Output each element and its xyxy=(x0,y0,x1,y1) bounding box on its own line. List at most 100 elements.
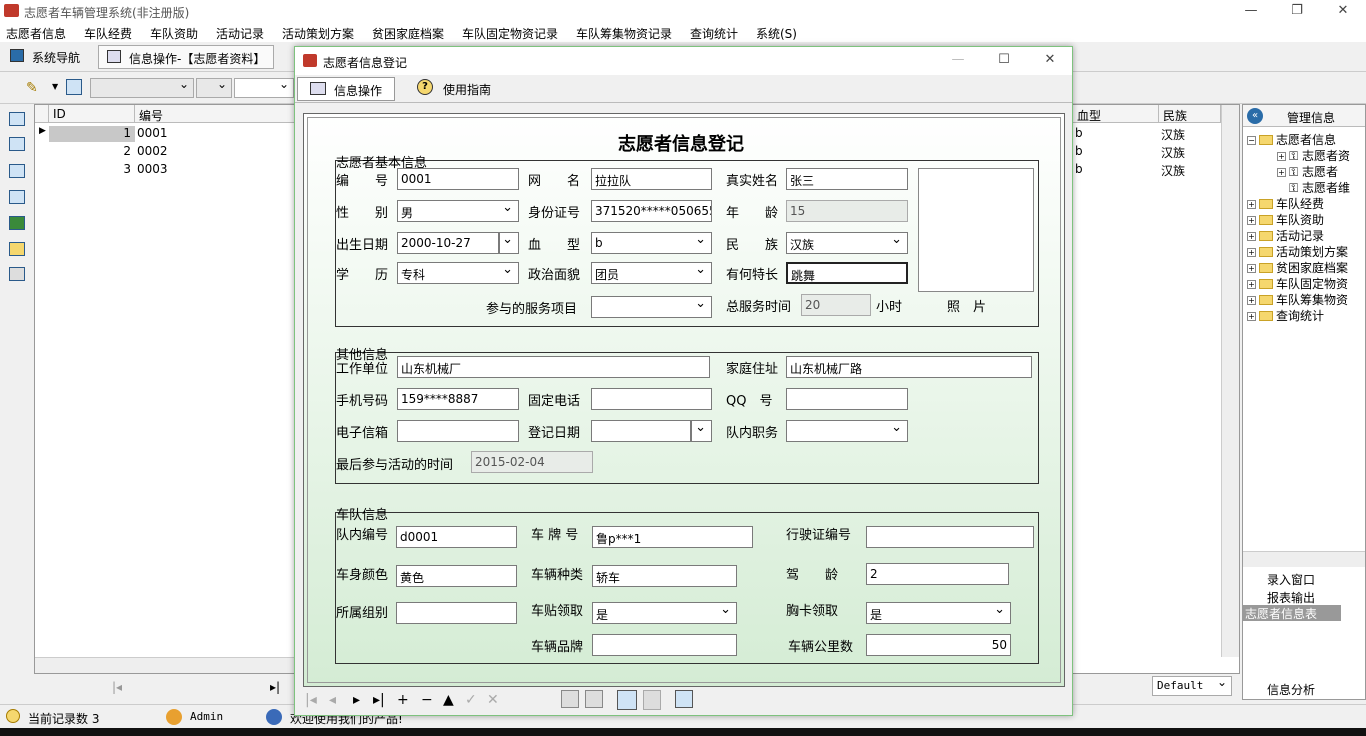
operator-select[interactable] xyxy=(196,77,232,98)
menu-funds[interactable]: 车队经费 xyxy=(84,25,132,42)
tree-node-fixed-assets[interactable]: + 车队固定物资 xyxy=(1247,275,1348,292)
home-address-field[interactable]: 山东机械厂路 xyxy=(786,356,1032,378)
document-icon[interactable] xyxy=(9,190,25,204)
idcard-field[interactable]: 371520*****050655 xyxy=(591,200,712,222)
restore-button[interactable]: ❐ xyxy=(1274,0,1320,22)
team-no-field[interactable]: d0001 xyxy=(396,526,517,548)
save-record-icon[interactable]: ✓ xyxy=(465,692,477,708)
talent-field[interactable]: 跳舞 xyxy=(786,262,908,284)
tree-node-volunteer-maint[interactable]: ⚿ 志愿者维 xyxy=(1289,179,1350,196)
network-icon[interactable] xyxy=(9,137,25,151)
sticker-select[interactable]: 是 xyxy=(592,602,737,624)
menu-raised-assets[interactable]: 车队筹集物资记录 xyxy=(576,25,672,42)
work-unit-field[interactable]: 山东机械厂 xyxy=(397,356,710,378)
car-type-field[interactable]: 轿车 xyxy=(592,565,737,587)
car-group-field[interactable] xyxy=(396,602,517,624)
info-analysis-label[interactable]: 信息分析 xyxy=(1267,681,1315,698)
ethnic-select[interactable]: 汉族 xyxy=(786,232,908,254)
code-field[interactable]: 0001 xyxy=(397,168,519,190)
chart-icon[interactable] xyxy=(9,216,25,230)
tree-node-raised-assets[interactable]: + 车队筹集物资 xyxy=(1247,291,1348,308)
collapse-icon[interactable]: « xyxy=(1247,108,1263,124)
menu-fixed-assets[interactable]: 车队固定物资记录 xyxy=(462,25,558,42)
menu-sponsor[interactable]: 车队资助 xyxy=(150,25,198,42)
brand-field[interactable] xyxy=(592,634,737,656)
cancel-record-icon[interactable]: ✕ xyxy=(487,692,499,708)
tree-node-volunteer[interactable]: − 志愿者信息 xyxy=(1247,131,1336,148)
close-button[interactable]: ✕ xyxy=(1320,0,1366,22)
tab-navigation[interactable]: 系统导航 xyxy=(2,45,90,69)
age-field[interactable]: 15 xyxy=(786,200,908,222)
nickname-field[interactable]: 拉拉队 xyxy=(591,168,712,190)
table-icon[interactable] xyxy=(9,164,25,178)
menu-system[interactable]: 系统(S) xyxy=(756,25,797,42)
menu-activity[interactable]: 活动记录 xyxy=(216,25,264,42)
tree-node-plan[interactable]: + 活动策划方案 xyxy=(1247,243,1348,260)
car-color-field[interactable]: 黄色 xyxy=(396,565,517,587)
add-record-icon[interactable]: + xyxy=(397,692,409,708)
vertical-scrollbar[interactable] xyxy=(1221,105,1239,657)
email-field[interactable] xyxy=(397,420,519,442)
zoom-icon[interactable] xyxy=(675,690,693,708)
first-record-icon[interactable]: |◂ xyxy=(112,680,122,694)
qq-field[interactable] xyxy=(786,388,908,410)
tab-info-operation[interactable]: 信息操作-【志愿者资料】 xyxy=(98,45,274,69)
tree-node-funds[interactable]: + 车队经费 xyxy=(1247,195,1324,212)
table-row[interactable]: b 汉族 xyxy=(1073,143,1221,161)
table-row[interactable]: b 汉族 xyxy=(1073,125,1221,143)
next-record-icon[interactable]: ▸ xyxy=(353,692,360,708)
plate-field[interactable]: 鲁p***1 xyxy=(592,526,753,548)
photo-box[interactable] xyxy=(918,168,1034,292)
tree-node-activity[interactable]: + 活动记录 xyxy=(1247,227,1324,244)
tab-user-guide[interactable]: ? 使用指南 xyxy=(401,77,511,101)
mileage-field[interactable]: 50 xyxy=(866,634,1011,656)
tree-scrollbar[interactable] xyxy=(1243,551,1365,567)
first-record-icon[interactable]: |◂ xyxy=(305,692,317,708)
mobile-field[interactable]: 159****8887 xyxy=(397,388,519,410)
menu-volunteer[interactable]: 志愿者信息 xyxy=(6,25,66,42)
education-select[interactable]: 专科 xyxy=(397,262,519,284)
menu-poor-family[interactable]: 贫困家庭档案 xyxy=(372,25,444,42)
menu-query[interactable]: 查询统计 xyxy=(690,25,738,42)
tree-node-poor-family[interactable]: + 贫困家庭档案 xyxy=(1247,259,1348,276)
birth-date-field[interactable]: 2000-10-27 xyxy=(397,232,499,254)
dialog-maximize-button[interactable]: ☐ xyxy=(981,49,1027,71)
tree-node-sponsor[interactable]: + 车队资助 xyxy=(1247,211,1324,228)
link-input-window[interactable]: 录入窗口 xyxy=(1267,571,1315,588)
horizontal-scrollbar[interactable] xyxy=(35,657,295,673)
print-icon[interactable] xyxy=(561,690,579,708)
last-record-icon[interactable]: ▸| xyxy=(373,692,385,708)
column-header-id[interactable]: ID xyxy=(49,105,135,123)
tree-node-query[interactable]: + 查询统计 xyxy=(1247,307,1324,324)
tree-node-volunteer-data[interactable]: + ⚿ 志愿者资 xyxy=(1277,147,1350,164)
minimize-button[interactable]: — xyxy=(1228,0,1274,22)
regdate-picker[interactable] xyxy=(691,420,712,442)
play-icon[interactable] xyxy=(643,690,661,710)
table-row[interactable]: b 汉族 xyxy=(1073,161,1221,179)
regdate-field[interactable] xyxy=(591,420,691,442)
table-row[interactable]: ▶ 1 0001 xyxy=(35,125,295,143)
license-field[interactable] xyxy=(866,526,1034,548)
monitor-icon[interactable] xyxy=(9,112,25,126)
tab-info-ops[interactable]: 信息操作 xyxy=(297,77,395,101)
menu-plan[interactable]: 活动策划方案 xyxy=(282,25,354,42)
duty-select[interactable] xyxy=(786,420,908,442)
link-volunteer-table[interactable]: 志愿者信息表 xyxy=(1243,605,1341,621)
style-select[interactable]: Default xyxy=(1152,675,1232,696)
birth-date-picker[interactable] xyxy=(499,232,519,254)
sex-select[interactable]: 男 xyxy=(397,200,519,222)
last-activity-field[interactable]: 2015-02-04 xyxy=(471,451,593,473)
prev-record-icon[interactable]: ◂ xyxy=(329,692,336,708)
dialog-close-button[interactable]: ✕ xyxy=(1027,49,1073,71)
real-name-field[interactable]: 张三 xyxy=(786,168,908,190)
hours-field[interactable]: 20 xyxy=(801,294,871,316)
trash-icon[interactable] xyxy=(9,267,25,281)
up-record-icon[interactable]: ▲ xyxy=(443,692,454,708)
dialog-minimize-button[interactable]: — xyxy=(935,49,981,71)
table-row[interactable]: 3 0003 xyxy=(35,161,295,179)
print-preview-icon[interactable] xyxy=(585,690,603,708)
politics-select[interactable]: 团员 xyxy=(591,262,712,284)
blood-select[interactable]: b xyxy=(591,232,712,254)
field-select[interactable] xyxy=(90,77,194,98)
search-icon[interactable] xyxy=(617,690,637,710)
